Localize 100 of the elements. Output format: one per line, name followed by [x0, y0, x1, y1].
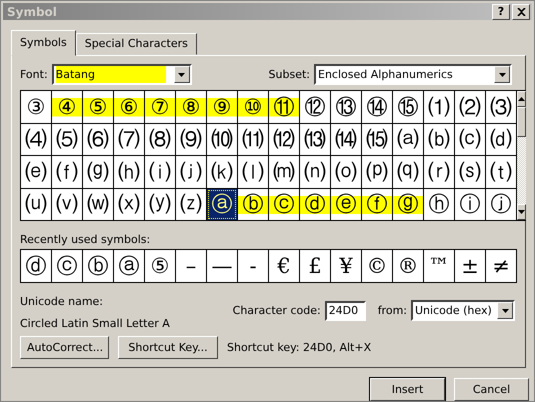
tab[interactable]: Special Characters — [76, 33, 197, 55]
symbol-cell[interactable]: ⑺ — [114, 124, 144, 155]
recent-symbol-cell[interactable]: — — [207, 250, 237, 282]
unicode-name-value: Circled Latin Small Letter A — [20, 317, 171, 330]
symbol-cell[interactable]: ④ — [52, 91, 82, 122]
font-label: Font: — [20, 68, 48, 81]
recent-symbol-cell[interactable]: © — [362, 250, 392, 282]
symbol-cell[interactable]: ⑩ — [238, 91, 268, 122]
symbol-cell[interactable]: ⑵ — [455, 91, 485, 122]
symbol-cell[interactable]: ⑿ — [269, 124, 299, 155]
symbol-cell[interactable]: ⑦ — [145, 91, 175, 122]
recent-symbol-cell[interactable]: ± — [455, 250, 485, 282]
recent-symbol-cell[interactable]: - — [238, 250, 268, 282]
recent-symbol-cell[interactable]: ™ — [424, 250, 454, 282]
symbol-cell[interactable]: ⒀ — [300, 124, 330, 155]
symbol-cell[interactable]: ⒲ — [83, 188, 113, 220]
close-icon — [516, 8, 526, 16]
symbol-cell[interactable]: ⑹ — [83, 124, 113, 155]
recent-symbols-label: Recently used symbols: — [20, 233, 152, 246]
symbol-cell[interactable]: ⓒ — [269, 188, 299, 220]
scrollbar[interactable] — [517, 90, 526, 221]
symbol-cell[interactable]: ⒠ — [21, 156, 51, 188]
symbol-cell[interactable]: ⑮ — [393, 91, 423, 122]
recent-symbol-cell[interactable]: ≠ — [486, 250, 516, 282]
font-dropdown[interactable]: Batang — [52, 64, 192, 85]
symbol-cell[interactable]: ⑨ — [207, 91, 237, 122]
from-dropdown[interactable]: Unicode (hex) — [411, 300, 515, 321]
subset-label: Subset: — [268, 68, 310, 81]
cancel-button[interactable]: Cancel — [454, 378, 529, 401]
symbol-cell[interactable]: ⒂ — [362, 124, 392, 155]
symbol-cell[interactable]: ⑪ — [269, 91, 299, 122]
symbol-cell[interactable]: ⑤ — [83, 91, 113, 122]
symbol-cell[interactable]: ⒧ — [238, 156, 268, 188]
symbol-cell[interactable]: ⑭ — [362, 91, 392, 122]
symbol-cell[interactable]: ⑽ — [207, 124, 237, 155]
recent-symbol-cell[interactable]: ¥ — [331, 250, 361, 282]
symbol-cell[interactable]: ⑸ — [52, 124, 82, 155]
recent-symbol-cell[interactable]: ⓐ — [114, 250, 144, 282]
symbol-cell[interactable]: ⒥ — [176, 156, 206, 188]
symbol-cell[interactable]: ⒟ — [486, 124, 516, 155]
symbol-cell[interactable]: ⑶ — [486, 91, 516, 122]
symbol-cell[interactable]: ⒦ — [207, 156, 237, 188]
help-button[interactable]: ? — [492, 4, 510, 20]
recent-symbol-cell[interactable]: ⓓ — [21, 250, 51, 282]
symbol-cell[interactable]: ⒫ — [362, 156, 392, 188]
symbol-cell[interactable]: ⑻ — [145, 124, 175, 155]
symbol-cell[interactable]: ⑼ — [176, 124, 206, 155]
symbol-cell[interactable]: ⑷ — [21, 124, 51, 155]
symbol-cell[interactable]: ⒤ — [145, 156, 175, 188]
symbol-cell[interactable]: ⒝ — [424, 124, 454, 155]
autocorrect-button[interactable]: AutoCorrect... — [20, 336, 109, 359]
symbol-cell[interactable]: ⒁ — [331, 124, 361, 155]
symbol-cell[interactable]: ⑫ — [300, 91, 330, 122]
symbol-cell[interactable]: ⒜ — [393, 124, 423, 155]
symbol-cell[interactable]: ⓑ — [238, 188, 268, 220]
symbol-cell[interactable]: ⒮ — [455, 156, 485, 188]
recent-symbol-cell[interactable]: ® — [393, 250, 423, 282]
symbol-cell[interactable]: ⑴ — [424, 91, 454, 122]
recent-symbol-cell[interactable]: – — [176, 250, 206, 282]
recent-symbol-cell[interactable]: £ — [300, 250, 330, 282]
recent-symbol-cell[interactable]: € — [269, 250, 299, 282]
symbol-cell[interactable]: ⒰ — [21, 188, 51, 220]
symbol-cell[interactable]: ⓓ — [300, 188, 330, 220]
symbol-cell[interactable]: ③ — [21, 91, 51, 122]
symbol-cell[interactable]: ⒴ — [145, 188, 175, 220]
symbol-cell[interactable]: ⓐ — [207, 188, 237, 220]
symbol-cell[interactable]: ⑬ — [331, 91, 361, 122]
symbol-cell[interactable]: ⓙ — [486, 188, 516, 220]
scroll-thumb[interactable] — [517, 107, 526, 137]
symbol-cell[interactable]: ⑾ — [238, 124, 268, 155]
symbol-cell[interactable]: ⒬ — [393, 156, 423, 188]
symbol-cell[interactable]: ⒯ — [486, 156, 516, 188]
symbol-cell[interactable]: ⑥ — [114, 91, 144, 122]
symbol-cell[interactable]: ⒡ — [52, 156, 82, 188]
symbol-cell[interactable]: ⒣ — [114, 156, 144, 188]
symbol-cell[interactable]: ⒵ — [176, 188, 206, 220]
symbol-cell[interactable]: ⒞ — [455, 124, 485, 155]
close-button[interactable] — [512, 4, 530, 20]
symbol-cell[interactable]: ⓔ — [331, 188, 361, 220]
subset-dropdown[interactable]: Enclosed Alphanumerics — [314, 64, 512, 85]
symbol-cell[interactable]: ⒩ — [300, 156, 330, 188]
symbol-cell[interactable]: ⒪ — [331, 156, 361, 188]
window-title: Symbol — [7, 4, 58, 18]
tab[interactable]: Symbols — [11, 30, 76, 56]
symbol-cell[interactable]: ⑧ — [176, 91, 206, 122]
symbol-cell[interactable]: ⓖ — [393, 188, 423, 220]
insert-button[interactable]: Insert — [370, 378, 445, 401]
symbol-cell[interactable]: ⓗ — [424, 188, 454, 220]
symbol-cell[interactable]: ⓕ — [362, 188, 392, 220]
symbol-cell[interactable]: ⒱ — [52, 188, 82, 220]
character-code-field[interactable]: 24D0 — [324, 300, 366, 320]
symbol-cell[interactable]: ⒢ — [83, 156, 113, 188]
symbol-cell[interactable]: ⒨ — [269, 156, 299, 188]
symbol-cell[interactable]: ⓘ — [455, 188, 485, 220]
symbol-cell[interactable]: ⒭ — [424, 156, 454, 188]
shortcut-key-button[interactable]: Shortcut Key... — [118, 336, 218, 359]
symbol-cell[interactable]: ⒳ — [114, 188, 144, 220]
recent-symbol-cell[interactable]: ⓒ — [52, 250, 82, 282]
recent-symbol-cell[interactable]: ⑤ — [145, 250, 175, 282]
recent-symbol-cell[interactable]: ⓑ — [83, 250, 113, 282]
